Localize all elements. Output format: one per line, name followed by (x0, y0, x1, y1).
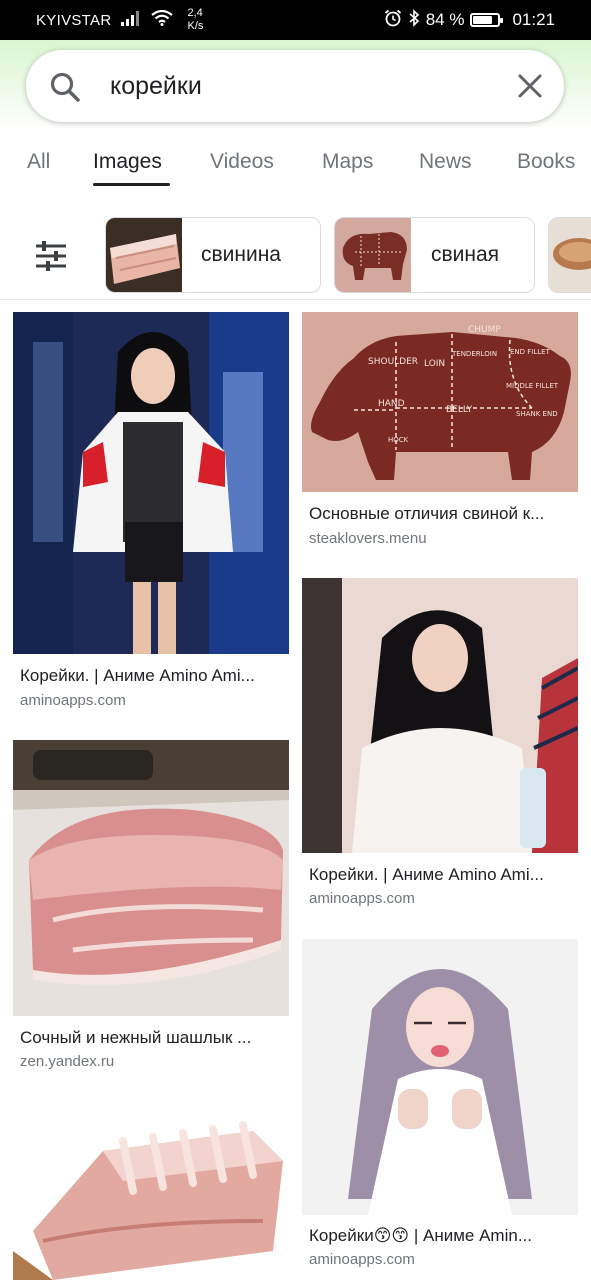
tab-books[interactable]: Books (517, 150, 575, 174)
result-source: aminoapps.com (309, 890, 415, 907)
result-source: zen.yandex.ru (20, 1053, 115, 1070)
pig-label: SHANK END (516, 410, 558, 418)
search-input[interactable]: корейки (110, 50, 202, 122)
wifi-icon (151, 9, 174, 31)
chip-thumbnail (549, 218, 591, 292)
search-box[interactable]: корейки (26, 50, 564, 122)
network-speed: 2,4 K/s (187, 7, 203, 33)
result-thumbnail[interactable] (13, 312, 289, 654)
pig-label: HOCK (388, 436, 409, 444)
status-bar: KYIVSTAR 2,4 K/s 84 % 01:21 (0, 0, 591, 40)
result-card[interactable] (13, 1101, 289, 1280)
result-source: aminoapps.com (20, 692, 126, 709)
signal-icon (121, 10, 141, 31)
result-card[interactable]: Корейки😙😙 | Аниме Amin... aminoapps.com (302, 939, 578, 1269)
chip-label: свиная (431, 243, 500, 266)
filter-chips: свинина свиная (0, 200, 591, 300)
pig-label: LOIN (424, 359, 445, 369)
result-source: steaklovers.menu (309, 530, 427, 547)
chip-partial[interactable] (548, 217, 591, 293)
result-title[interactable]: Сочный и нежный шашлык ... (20, 1028, 282, 1048)
result-thumbnail[interactable] (13, 1101, 289, 1280)
result-card[interactable]: Сочный и нежный шашлык ... zen.yandex.ru (13, 740, 289, 1074)
battery-level (473, 16, 492, 24)
search-tabs: All Images Videos Maps News Books (0, 140, 591, 300)
tab-all[interactable]: All (27, 150, 50, 174)
active-tab-indicator (93, 183, 170, 186)
alarm-icon (384, 9, 402, 32)
search-header: корейки All Images Videos Maps News Book… (0, 40, 591, 300)
chip-svinina[interactable]: свинина (105, 217, 321, 293)
result-card[interactable]: SHOULDER LOIN CHUMP TENDERLOIN END FILLE… (302, 312, 578, 552)
result-title[interactable]: Корейки. | Аниме Amino Ami... (20, 666, 282, 686)
battery-icon (470, 13, 504, 27)
tab-videos[interactable]: Videos (210, 150, 274, 174)
network-speed-unit: K/s (187, 20, 204, 32)
result-thumbnail[interactable] (302, 939, 578, 1215)
clock: 01:21 (512, 10, 555, 29)
tab-news[interactable]: News (419, 150, 472, 174)
chip-label: свинина (201, 243, 281, 266)
result-thumbnail[interactable]: SHOULDER LOIN CHUMP TENDERLOIN END FILLE… (302, 312, 578, 492)
close-icon[interactable] (516, 72, 544, 105)
result-source: aminoapps.com (309, 1251, 415, 1268)
result-card[interactable]: Корейки. | Аниме Amino Ami... aminoapps.… (302, 578, 578, 912)
chip-thumbnail (335, 218, 411, 292)
chip-svinaya[interactable]: свиная (334, 217, 535, 293)
battery-percent: 84 % (425, 10, 465, 29)
result-thumbnail[interactable] (13, 740, 289, 1016)
bluetooth-icon (408, 8, 420, 32)
chip-thumbnail (106, 218, 182, 292)
network-speed-value: 2,4 (187, 7, 203, 19)
pig-label: MIDDLE FILLET (506, 382, 559, 390)
result-title[interactable]: Корейки😙😙 | Аниме Amin... (309, 1226, 571, 1246)
pig-label: HAND (378, 399, 405, 409)
result-thumbnail[interactable] (302, 578, 578, 853)
result-title[interactable]: Основные отличия свиной к... (309, 504, 571, 524)
search-icon[interactable] (48, 70, 82, 109)
result-title[interactable]: Корейки. | Аниме Amino Ami... (309, 865, 571, 885)
pig-label: END FILLET (510, 348, 551, 356)
carrier-name: KYIVSTAR (36, 11, 112, 29)
pig-label: SHOULDER (368, 357, 418, 367)
tab-images[interactable]: Images (93, 150, 162, 174)
result-card[interactable]: Корейки. | Аниме Amino Ami... aminoapps.… (13, 312, 289, 712)
tune-icon[interactable] (34, 240, 68, 277)
tab-maps[interactable]: Maps (322, 150, 373, 174)
pig-label: BELLY (446, 405, 473, 415)
pig-label: CHUMP (468, 325, 501, 335)
pig-label: TENDERLOIN (451, 350, 497, 358)
